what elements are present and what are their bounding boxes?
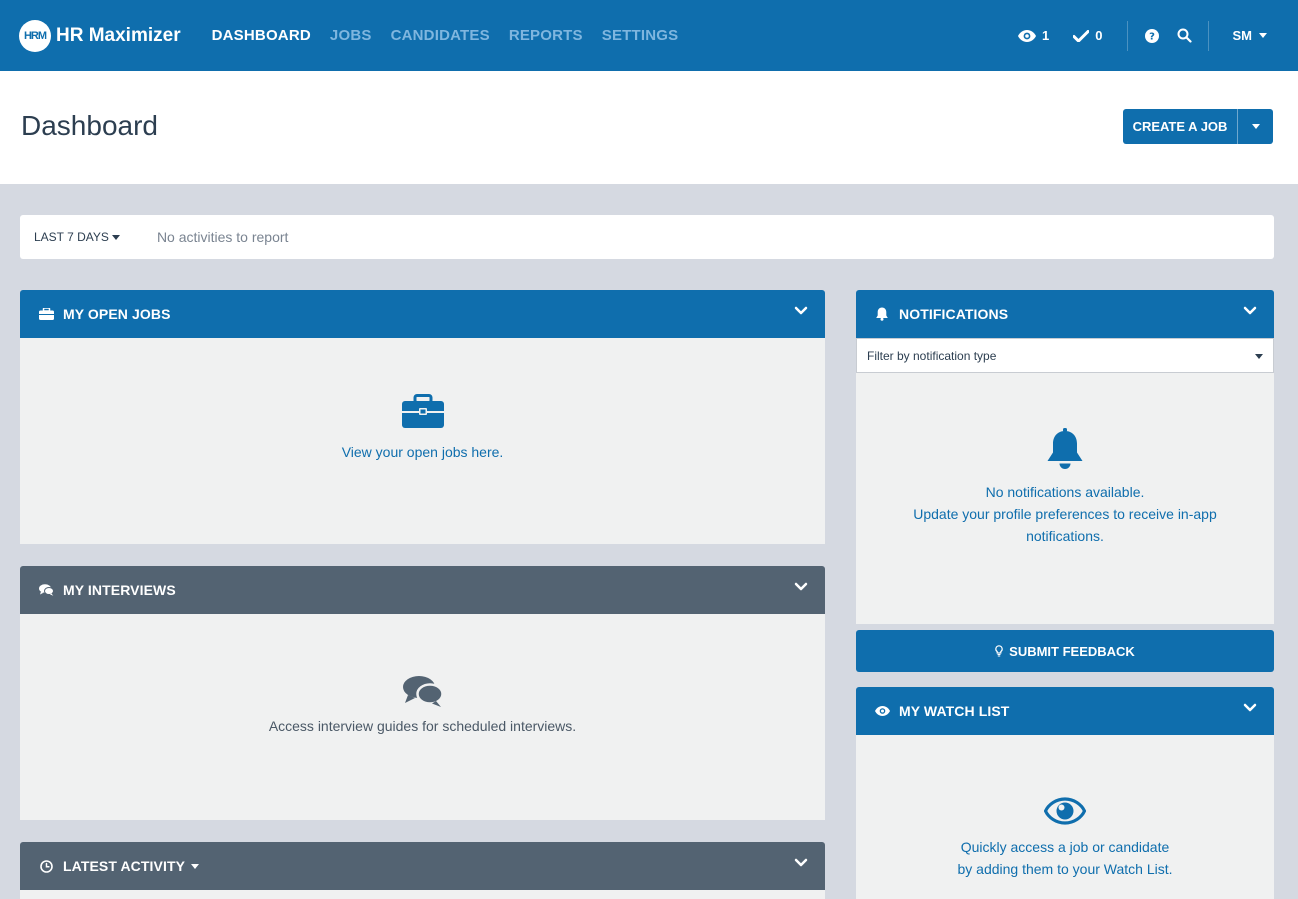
search-icon [1177,28,1192,43]
brand-logo: HRM [19,19,51,52]
bell-icon [874,307,890,321]
main-nav: DASHBOARD JOBS CANDIDATES REPORTS SETTIN… [212,27,698,44]
nav-jobs[interactable]: JOBS [330,27,372,44]
open-jobs-header[interactable]: MY OPEN JOBS [20,290,825,338]
interviews-panel: MY INTERVIEWS Access interview guides fo… [20,566,825,820]
interviews-title: MY INTERVIEWS [63,582,176,598]
chevron-down-icon[interactable] [794,306,808,316]
notifications-body: No notifications available. Update your … [856,338,1274,624]
nav-settings[interactable]: SETTINGS [602,27,679,44]
latest-activity-header[interactable]: LATEST ACTIVITY [20,842,825,890]
tasks-count: 0 [1095,28,1103,43]
submit-feedback-label: SUBMIT FEEDBACK [1009,643,1135,659]
watch-list-empty-line1: Quickly access a job or candidate [960,839,1170,855]
notifications-empty-line2[interactable]: Update your profile preferences to recei… [913,503,1217,525]
clock-icon [38,859,54,873]
date-range-select[interactable]: LAST 7 DAYS [34,230,120,244]
notification-type-filter[interactable]: Filter by notification type [856,338,1274,373]
watch-list-header[interactable]: MY WATCH LIST [856,687,1274,735]
nav-candidates[interactable]: CANDIDATES [391,27,490,44]
latest-activity-panel: LATEST ACTIVITY [20,842,825,899]
caret-down-icon[interactable] [191,863,200,869]
latest-activity-body [20,890,825,899]
watch-list-title: MY WATCH LIST [899,703,1010,719]
briefcase-icon [401,394,444,428]
nav-divider-2 [1207,20,1209,51]
submit-feedback-button[interactable]: SUBMIT FEEDBACK [856,630,1274,672]
date-range-label: LAST 7 DAYS [34,230,109,244]
watch-count: 1 [1042,28,1050,43]
nav-reports[interactable]: REPORTS [509,27,583,44]
page-header: Dashboard CREATE A JOB [0,71,1298,184]
create-job-group: CREATE A JOB [1123,109,1273,144]
brand-name: HR Maximizer [56,24,181,46]
watch-counter[interactable]: 1 [1018,28,1049,43]
eye-icon [874,706,890,716]
notification-filter-label: Filter by notification type [867,348,997,363]
chevron-down-icon[interactable] [794,858,808,868]
open-jobs-body: View your open jobs here. [20,338,825,544]
notifications-title: NOTIFICATIONS [899,306,1009,322]
interviews-empty-text: Access interview guides for scheduled in… [268,718,577,734]
bell-icon [1047,428,1083,469]
lightbulb-icon [995,645,1003,657]
notifications-empty-line3[interactable]: notifications. [1026,525,1104,547]
eye-icon [1018,29,1037,42]
briefcase-icon [38,308,54,320]
check-icon [1073,29,1090,42]
user-initials: SM [1232,28,1253,43]
open-jobs-panel: MY OPEN JOBS View your open jobs here. [20,290,825,544]
create-job-dropdown-button[interactable] [1237,109,1273,144]
interviews-header[interactable]: MY INTERVIEWS [20,566,825,614]
search-button[interactable] [1175,26,1195,46]
top-navbar: HRM HR Maximizer DASHBOARD JOBS CANDIDAT… [0,0,1298,71]
open-jobs-title: MY OPEN JOBS [63,306,171,322]
caret-down-icon [1251,124,1260,129]
caret-down-icon [1255,354,1263,359]
watch-list-empty-line2: by adding them to your Watch List. [957,861,1173,877]
brand-logo-text: HRM [23,29,47,42]
notifications-empty-line1: No notifications available. [985,484,1145,500]
watch-list-panel: MY WATCH LIST Quickly access a job or ca… [856,687,1274,899]
tasks-counter[interactable]: 0 [1073,28,1103,43]
latest-activity-title: LATEST ACTIVITY [63,858,186,874]
chevron-down-icon[interactable] [1243,703,1257,713]
chevron-down-icon[interactable] [1243,306,1257,316]
chevron-down-icon [1259,33,1267,38]
activity-empty-text: No activities to report [156,229,289,245]
eye-icon [1044,797,1086,825]
nav-right: 1 0 ? SM [1018,0,1298,71]
help-button[interactable]: ? [1142,26,1162,46]
brand[interactable]: HRM HR Maximizer [19,19,181,52]
open-jobs-empty-text[interactable]: View your open jobs here. [342,441,504,463]
notifications-header[interactable]: NOTIFICATIONS [856,290,1274,338]
chevron-down-icon[interactable] [794,582,808,592]
activity-bar: LAST 7 DAYS No activities to report [20,215,1274,259]
help-icon: ? [1144,28,1159,43]
user-menu[interactable]: SM [1232,28,1267,43]
interviews-body: Access interview guides for scheduled in… [20,614,825,820]
nav-dashboard[interactable]: DASHBOARD [212,27,311,44]
comments-icon [402,676,443,707]
watch-list-body: Quickly access a job or candidate by add… [856,735,1274,899]
page-title: Dashboard [21,110,158,141]
caret-down-icon [111,234,120,240]
svg-text:?: ? [1149,31,1155,42]
create-job-button[interactable]: CREATE A JOB [1123,109,1237,144]
nav-divider [1126,20,1128,51]
comments-icon [38,584,54,596]
